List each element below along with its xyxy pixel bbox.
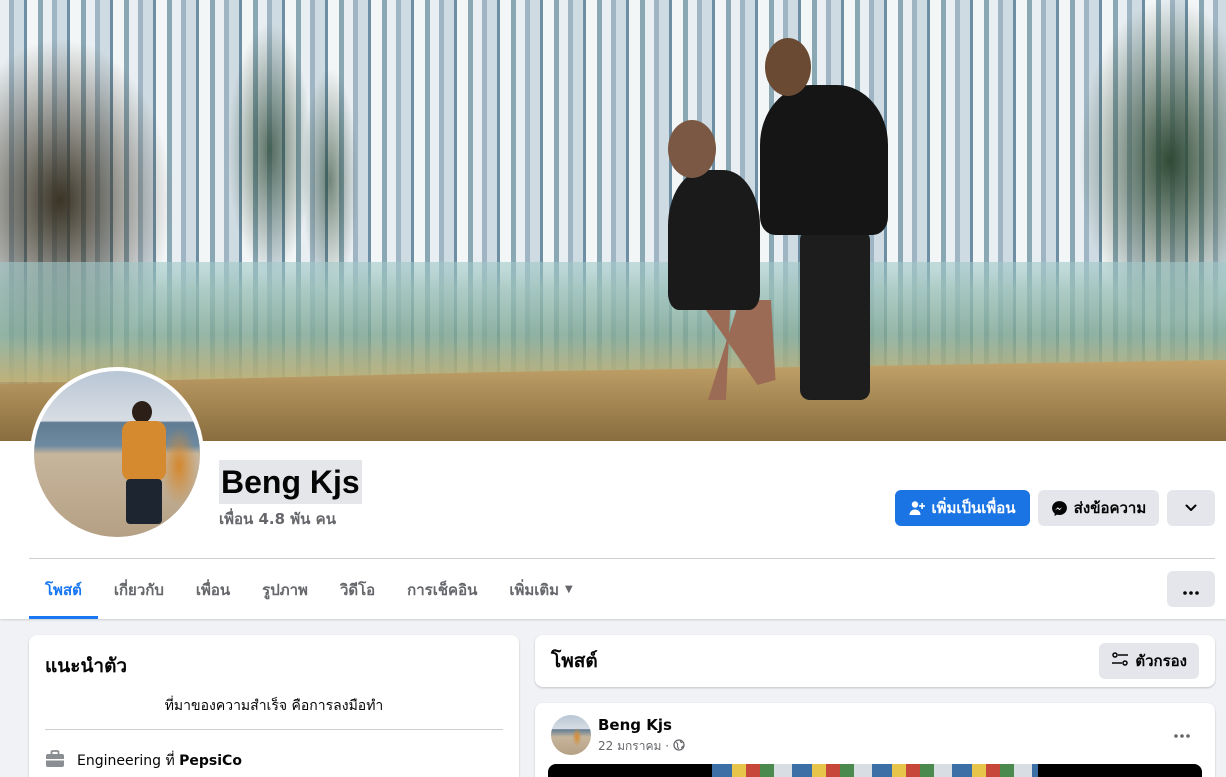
intro-title: แนะนำตัว [45, 655, 128, 677]
more-horizontal-icon [1183, 580, 1199, 599]
tabs-menu-button[interactable] [1167, 571, 1215, 607]
tab-videos[interactable]: วิดีโอ [324, 560, 391, 619]
post-date[interactable]: 22 มกราคม · [598, 737, 669, 756]
tab-label: รูปภาพ [262, 580, 308, 599]
tab-photos[interactable]: รูปภาพ [246, 560, 324, 619]
cover-figure [668, 120, 716, 178]
post-meta: 22 มกราคม · [598, 737, 685, 756]
profile-avatar[interactable] [30, 367, 204, 541]
work-company[interactable]: PepsiCo [179, 753, 242, 769]
avatar-person [118, 401, 168, 526]
tab-more[interactable]: เพิ่มเติม ▼ [493, 560, 588, 619]
friends-count[interactable]: เพื่อน 4.8 พัน คน [219, 507, 336, 531]
cover-figure [760, 85, 888, 235]
add-friend-button[interactable]: เพิ่มเป็นเพื่อน [895, 490, 1030, 526]
work-prefix: Engineering ที่ [77, 753, 175, 769]
work-text: Engineering ที่ PepsiCo [77, 750, 242, 772]
posts-header: โพสต์ ตัวกรอง [535, 635, 1215, 687]
header-divider [29, 558, 1215, 559]
post-image [712, 764, 1038, 777]
cover-figure [765, 38, 811, 96]
more-horizontal-icon [1174, 723, 1190, 742]
tab-posts[interactable]: โพสต์ [29, 560, 98, 619]
post-author-avatar[interactable] [551, 715, 591, 755]
messenger-icon [1051, 500, 1068, 517]
post-author-name[interactable]: Beng Kjs [598, 716, 672, 734]
filter-label: ตัวกรอง [1135, 652, 1187, 670]
add-friend-label: เพิ่มเป็นเพื่อน [931, 499, 1016, 517]
cover-photo[interactable] [0, 0, 1226, 441]
chevron-down-icon [1184, 501, 1198, 515]
tab-label: โพสต์ [45, 580, 82, 599]
tab-checkins[interactable]: การเช็คอิน [391, 560, 493, 619]
posts-title: โพสต์ [551, 650, 598, 672]
profile-name: Beng Kjs [219, 460, 362, 504]
filter-button[interactable]: ตัวกรอง [1099, 643, 1199, 679]
intro-work: Engineering ที่ PepsiCo [45, 750, 503, 772]
filter-icon [1111, 652, 1129, 670]
globe-icon [673, 739, 685, 754]
tab-label: การเช็คอิน [407, 580, 478, 599]
tab-label: เพื่อน [195, 580, 231, 599]
briefcase-icon [45, 750, 65, 772]
intro-bio: ที่มาของความสำเร็จ คือการลงมือทำ [164, 698, 384, 714]
cover-figure [668, 170, 760, 310]
tab-label: วิดีโอ [339, 580, 376, 599]
tab-friends[interactable]: เพื่อน [180, 560, 246, 619]
add-friend-icon [909, 500, 926, 516]
post-media[interactable] [548, 764, 1202, 777]
tab-label: เพิ่มเติม [509, 580, 560, 599]
message-button[interactable]: ส่งข้อความ [1038, 490, 1159, 526]
profile-more-button[interactable] [1167, 490, 1215, 526]
intro-card: แนะนำตัว ที่มาของความสำเร็จ คือการลงมือท… [29, 635, 519, 777]
post-card: Beng Kjs 22 มกราคม · [535, 703, 1215, 777]
cover-figure [800, 230, 870, 400]
tab-about[interactable]: เกี่ยวกับ [98, 560, 180, 619]
intro-divider [45, 729, 503, 730]
tab-label: เกี่ยวกับ [113, 580, 164, 599]
caret-down-icon: ▼ [565, 584, 573, 595]
post-menu-button[interactable] [1167, 721, 1197, 743]
profile-tabs: โพสต์ เกี่ยวกับ เพื่อน รูปภาพ วิดีโอ การ… [29, 560, 589, 619]
message-label: ส่งข้อความ [1073, 499, 1147, 517]
